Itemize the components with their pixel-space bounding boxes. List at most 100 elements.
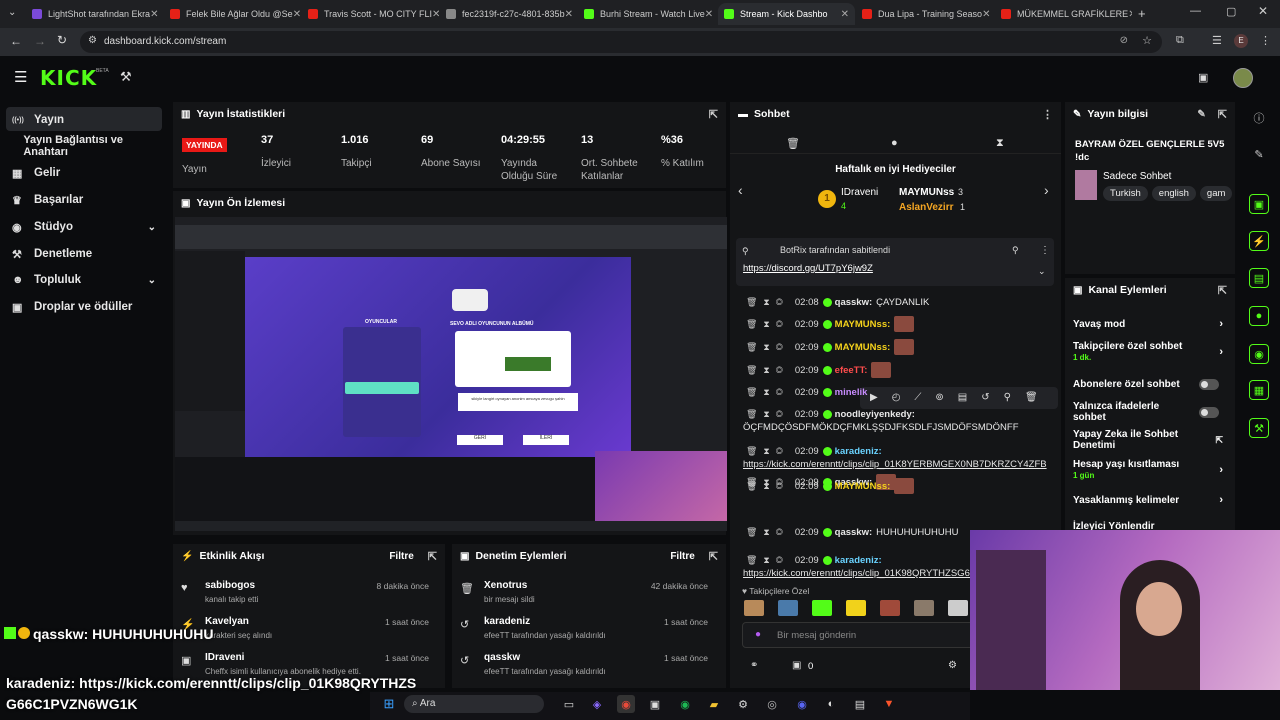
pencil-tool-icon[interactable]: ✎ <box>1249 144 1269 164</box>
back-icon[interactable]: ← <box>10 34 22 48</box>
chat-username[interactable]: qasskw: <box>835 527 873 538</box>
chat-message[interactable]: 🗑⧗◎ 02:09 noodleyiyenkedy: <box>730 404 1050 424</box>
browser-tab[interactable]: Dua Lipa - Training Seaso ✕ <box>856 3 993 25</box>
browser-tab[interactable]: Burhi Stream - Watch Live ✕ <box>578 3 715 25</box>
emote-2[interactable] <box>778 600 798 616</box>
sidebar-item[interactable]: ▦ Gelir <box>6 161 162 185</box>
chat-tool-icon[interactable]: ● <box>1249 306 1269 326</box>
message-icon[interactable]: ● <box>891 137 898 149</box>
tab-search-button[interactable]: ⌄ <box>8 7 16 18</box>
channel-action[interactable]: Yavaş mod › <box>1065 310 1235 338</box>
feed-row[interactable]: ⚡ Kavelyan karakteri seç alındı 1 saat önce <box>173 612 443 648</box>
mod-row[interactable]: ↺ qasskw efeeTT tarafından yasağı kaldırıl… <box>452 648 722 684</box>
grid-tool-icon[interactable]: ▦ <box>1249 380 1269 400</box>
mod-quick-actions[interactable]: 🗑⧗◎ <box>746 342 789 353</box>
emote-5[interactable] <box>880 600 900 616</box>
chat-link[interactable]: https://kick.com/erenntt/clips/clip_01K8… <box>743 459 1048 470</box>
minimize-button[interactable]: — <box>1190 5 1201 17</box>
mod-popout-icon[interactable]: ⇱ <box>709 550 718 563</box>
mod-quick-actions[interactable]: 🗑⧗◎ <box>746 387 789 398</box>
browser-tab[interactable]: fec2319f-c27c-4801-835b ✕ <box>440 3 577 25</box>
emote-3[interactable] <box>812 600 832 616</box>
sidebar-item[interactable]: ▣ Droplar ve ödüller <box>6 295 162 319</box>
copilot-icon[interactable]: ◈ <box>588 695 606 713</box>
taskview-icon[interactable]: ▭ <box>560 695 578 713</box>
emote-6[interactable] <box>914 600 934 616</box>
mod-quick-actions[interactable]: 🗑⧗◎ <box>746 446 789 457</box>
mod-quick-actions[interactable]: 🗑⧗◎ <box>746 555 789 566</box>
pinned-menu-icon[interactable]: ⋮ <box>1040 245 1050 256</box>
tab-close-icon[interactable]: ✕ <box>150 9 158 20</box>
channel-action[interactable]: Abonelere özel sohbet <box>1065 370 1235 398</box>
wrench-tool-icon[interactable]: ⚒ <box>1249 418 1269 438</box>
notes-icon[interactable]: ▣ <box>646 695 664 713</box>
chat-username[interactable]: noodleyiyenkedy: <box>835 409 915 420</box>
mod-row[interactable]: 🗑 Xenotrus bir mesajı sildi 42 dakika önce <box>452 576 722 612</box>
channel-action[interactable]: Yasaklanmış kelimeler › <box>1065 486 1235 514</box>
chat-username[interactable]: MAYMUNss: <box>835 342 891 353</box>
folder-icon[interactable]: ▰ <box>705 695 723 713</box>
tab-close-icon[interactable]: ✕ <box>565 9 573 20</box>
sidebar-item[interactable]: ((•)) Yayın <box>6 108 162 132</box>
forward-icon[interactable]: → <box>34 34 46 48</box>
points-icon[interactable]: ⚭ <box>750 660 758 671</box>
mod-row[interactable]: ↺ karadeniz efeeTT tarafından yasağı kaldı… <box>452 612 722 648</box>
channel-action[interactable]: Yalnızca ifadelerle sohbet <box>1065 398 1235 426</box>
address-bar[interactable]: ⚙ dashboard.kick.com/stream ⊘ ☆ <box>80 31 1162 53</box>
hourglass-icon[interactable]: ⧗ <box>996 137 1004 150</box>
steam-icon[interactable]: ◎ <box>763 695 781 713</box>
eye-off-icon[interactable]: ⊘ <box>1120 35 1128 46</box>
reload-icon[interactable]: ↻ <box>57 33 67 47</box>
taskbar-search[interactable]: ⌕ Ara <box>404 695 544 713</box>
brave-icon[interactable]: ▼ <box>880 695 898 713</box>
list-tool-icon[interactable]: ▤ <box>1249 268 1269 288</box>
pinned-link[interactable]: https://discord.gg/UT7pY6jw9Z <box>743 263 873 274</box>
tab-close-icon[interactable]: ✕ <box>982 9 990 20</box>
chat-username[interactable]: efeeTT: <box>835 365 868 376</box>
chat-username[interactable]: MAYMUNss: <box>835 481 891 492</box>
unpin-icon[interactable]: ⚲ <box>1012 245 1019 256</box>
toggle-switch[interactable] <box>1199 406 1219 418</box>
chat-message[interactable]: 🗑⧗◎ 02:09 MAYMUNss: <box>730 337 1050 357</box>
chrome-icon[interactable]: ◉ <box>617 695 635 713</box>
tab-close-icon[interactable]: ✕ <box>293 9 301 20</box>
obs-icon[interactable]: ◐ <box>822 695 840 713</box>
mod-quick-actions[interactable]: 🗑⧗◎ <box>746 409 789 420</box>
channel-action[interactable]: Hesap yaşı kısıtlaması 1 gün › <box>1065 456 1235 484</box>
emote-1[interactable] <box>744 600 764 616</box>
maximize-button[interactable]: ▢ <box>1226 5 1236 18</box>
chat-message[interactable]: 🗑⧗◎ 02:09 MAYMUNss: <box>730 476 1050 496</box>
mod-quick-actions[interactable]: 🗑⧗◎ <box>746 527 789 538</box>
settings-app-icon[interactable]: ⚙ <box>734 695 752 713</box>
channel-action[interactable]: Takipçilere özel sohbet 1 dk. › <box>1065 338 1235 366</box>
emote-picker-icon[interactable]: ● <box>755 629 761 640</box>
close-window-button[interactable]: ✕ <box>1258 4 1268 18</box>
info-circle-icon[interactable]: ⓘ <box>1249 108 1269 128</box>
profile-avatar[interactable]: E <box>1234 34 1248 48</box>
browser-tab[interactable]: MÜKEMMEL GRAFİKLERE✕ <box>995 3 1132 25</box>
kick-logo[interactable]: KICK <box>40 66 97 90</box>
chat-message[interactable]: 🗑⧗◎ 02:09 MAYMUNss: <box>730 314 1050 334</box>
broadcast-tool-icon[interactable]: ◉ <box>1249 344 1269 364</box>
gifters-prev-icon[interactable]: ‹ <box>738 182 743 198</box>
tab-close-icon[interactable]: ✕ <box>432 9 439 20</box>
downloads-icon[interactable]: ☰ <box>1212 34 1222 47</box>
chat-message[interactable]: 🗑⧗◎ 02:09 efeeTT: <box>730 360 1050 380</box>
terminal-icon[interactable]: ▤ <box>851 695 869 713</box>
spotify-icon[interactable]: ◉ <box>676 695 694 713</box>
tag-pill[interactable]: english <box>1151 186 1196 201</box>
chat-menu-icon[interactable]: ⋮ <box>1042 108 1053 121</box>
emote-4[interactable] <box>846 600 866 616</box>
tab-close-icon[interactable]: ✕ <box>841 9 849 20</box>
trash-icon[interactable]: 🗑 <box>786 137 800 150</box>
toggle-switch[interactable] <box>1199 378 1219 390</box>
gift-icon[interactable]: ▣ <box>792 660 801 671</box>
sidebar-item[interactable]: ☻ Topluluk ⌄ <box>6 268 162 292</box>
discord-icon[interactable]: ◉ <box>793 695 811 713</box>
tag-pill[interactable]: gam <box>1199 186 1233 201</box>
mod-quick-actions[interactable]: 🗑⧗◎ <box>746 481 789 492</box>
windows-start-icon[interactable]: ⊞ <box>380 695 398 713</box>
edit-info-icon[interactable]: ✎ <box>1197 109 1205 120</box>
browser-tab[interactable]: LightShot tarafından Ekra ✕ <box>26 3 163 25</box>
sidebar-item[interactable]: ⚒ Denetleme <box>6 242 162 266</box>
